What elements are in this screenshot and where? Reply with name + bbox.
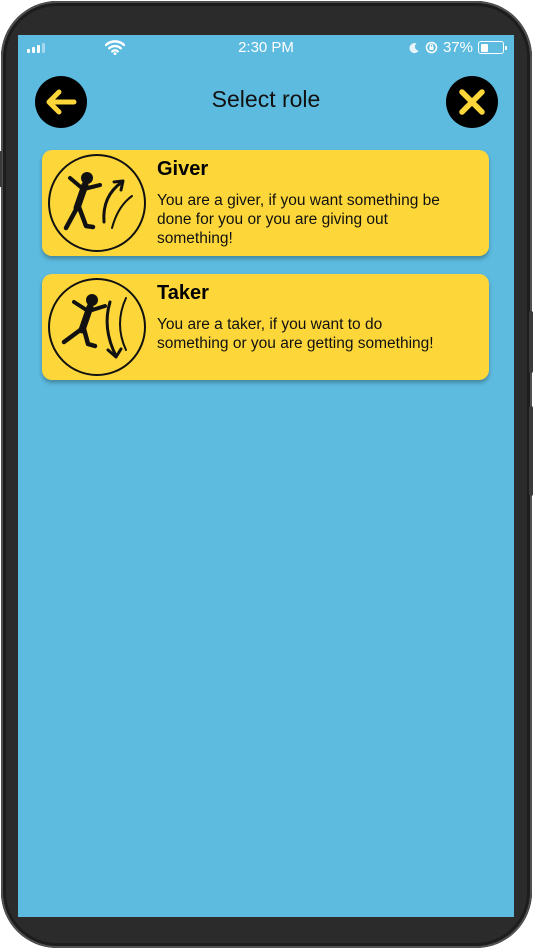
side-button [529, 311, 533, 373]
role-title: Taker [157, 282, 209, 304]
battery-icon [478, 41, 507, 54]
role-description: You are a taker, if you want to do somet… [157, 316, 434, 352]
giver-icon [48, 154, 146, 252]
side-button [0, 151, 2, 187]
battery-percent: 37% [442, 39, 473, 56]
role-card-giver[interactable]: Giver You are a giver, if you want somet… [42, 150, 489, 256]
status-right: 37% [408, 39, 507, 56]
phone-frame: 2:30 PM 37% Select role Giver You are a … [0, 1, 533, 948]
taker-icon [48, 278, 146, 376]
page-title: Select role [211, 86, 321, 112]
close-icon [459, 89, 485, 115]
role-card-taker[interactable]: Taker You are a taker, if you want to do… [42, 274, 489, 380]
app-screen: 2:30 PM 37% Select role Giver You are a … [18, 35, 514, 917]
status-bar: 2:30 PM 37% [18, 35, 514, 61]
role-title: Giver [157, 158, 209, 180]
close-button[interactable] [446, 76, 498, 128]
role-description: You are a giver, if you want something b… [157, 192, 440, 247]
moon-icon [409, 42, 419, 53]
side-button [529, 406, 533, 496]
orientation-lock-icon [425, 41, 438, 54]
battery-level [480, 43, 489, 52]
